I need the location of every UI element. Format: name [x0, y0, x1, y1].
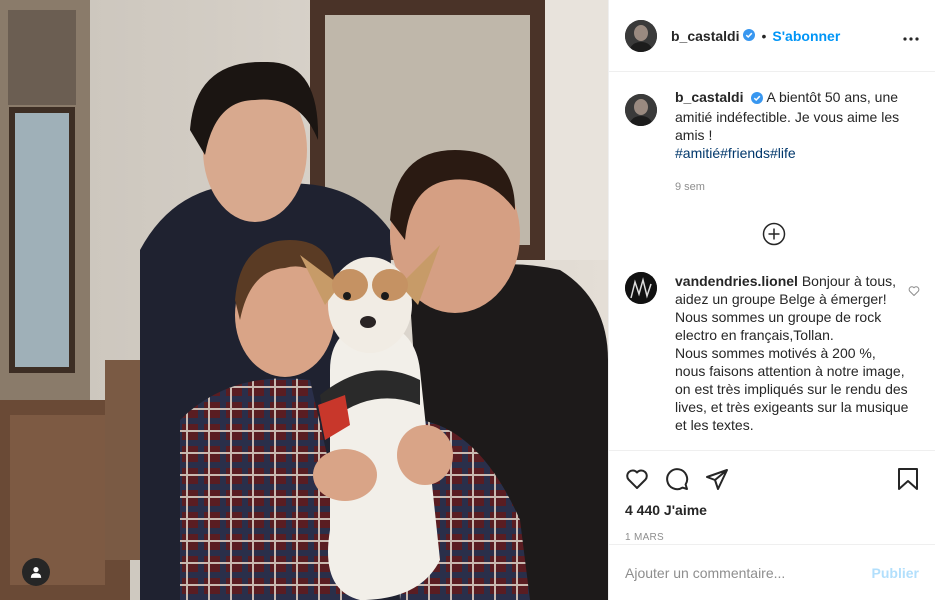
verified-badge-icon [743, 28, 756, 44]
speech-bubble-icon[interactable] [665, 459, 705, 499]
likes-count[interactable]: 4 440 J'aime [609, 498, 935, 518]
commenter-avatar[interactable] [625, 272, 657, 304]
verified-badge-icon [751, 90, 764, 108]
comments-section[interactable]: b_castaldi A bientôt 50 ans, une amitié … [609, 72, 935, 450]
comment-item: vandendries.lionel Bonjour à tous, aidez… [625, 272, 920, 434]
author-username[interactable]: b_castaldi [671, 28, 739, 44]
comment-text-continued: Nous sommes motivés à 200 %, nous faison… [675, 345, 909, 433]
hashtag-link[interactable]: #life [770, 145, 796, 161]
heart-outline-icon[interactable] [908, 284, 920, 300]
caption-body: b_castaldi A bientôt 50 ans, une amitié … [675, 88, 919, 196]
author-avatar[interactable] [625, 19, 657, 52]
commenter-username[interactable]: vandendries.lionel [675, 273, 798, 289]
plus-circle-icon[interactable] [762, 222, 786, 246]
caption-username[interactable]: b_castaldi [675, 89, 743, 105]
add-comment-bar: Publier [609, 544, 935, 600]
paper-plane-icon[interactable] [705, 459, 745, 499]
hashtag-link[interactable]: #amitié [675, 145, 720, 161]
post-photo[interactable] [0, 0, 608, 600]
post-side-panel: b_castaldi • S'abonner b_castaldi A bien… [608, 0, 935, 600]
follow-button[interactable]: S'abonner [772, 28, 840, 44]
hashtag-link[interactable]: #friends [720, 145, 770, 161]
caption-hashtags: #amitié#friends#life [675, 144, 919, 162]
header-separator: • [761, 27, 767, 44]
more-horizontal-icon[interactable] [903, 28, 919, 44]
caption-time[interactable]: 9 sem [675, 178, 919, 196]
post-actions [609, 450, 935, 498]
comment-body: vandendries.lionel Bonjour à tous, aidez… [675, 272, 909, 434]
post-caption: b_castaldi A bientôt 50 ans, une amitié … [625, 88, 919, 196]
bookmark-icon[interactable] [879, 459, 919, 499]
photo-scene [0, 0, 608, 600]
caption-avatar[interactable] [625, 94, 657, 126]
user-tag-icon[interactable] [22, 558, 50, 586]
post-date[interactable]: 1 mars [609, 518, 935, 543]
heart-outline-icon[interactable] [625, 459, 665, 499]
publish-button[interactable]: Publier [872, 565, 919, 581]
instagram-post: b_castaldi • S'abonner b_castaldi A bien… [0, 0, 935, 600]
comment-input[interactable] [625, 564, 872, 581]
post-header: b_castaldi • S'abonner [609, 0, 935, 72]
